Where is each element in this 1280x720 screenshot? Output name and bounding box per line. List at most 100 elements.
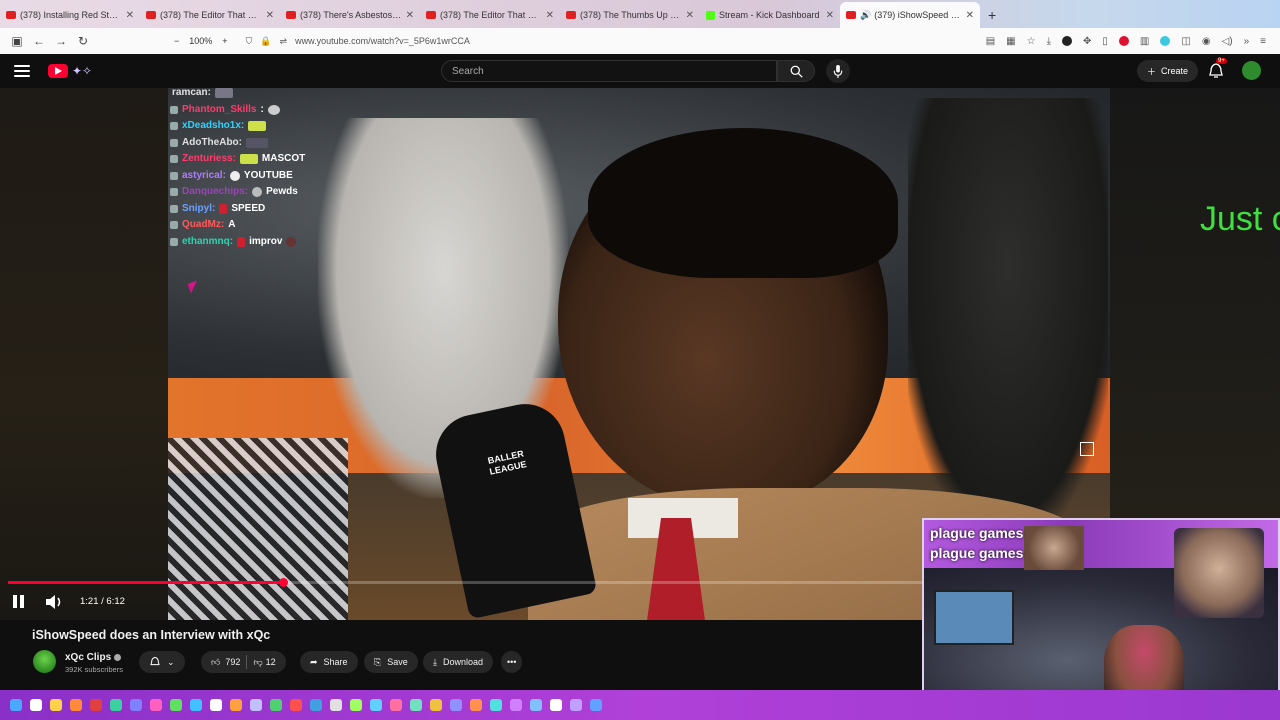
save-button[interactable]: ⎘ Save xyxy=(364,651,418,673)
channel-avatar[interactable] xyxy=(33,650,56,673)
taskbar-app-icon[interactable] xyxy=(210,699,222,711)
taskbar-app-icon[interactable] xyxy=(110,699,122,711)
taskbar-app-icon[interactable] xyxy=(310,699,322,711)
taskbar-app-icon[interactable] xyxy=(410,699,422,711)
taskbar-app-icon[interactable] xyxy=(590,699,602,711)
subscriber-count: 392K subscribers xyxy=(65,665,123,674)
bookmark-icon[interactable]: ▯ xyxy=(1102,36,1108,47)
account-avatar[interactable] xyxy=(1242,61,1261,80)
taskbar-app-icon[interactable] xyxy=(550,699,562,711)
extension-icon[interactable] xyxy=(1062,36,1073,46)
bookmark-icon: ⎘ xyxy=(374,656,382,667)
browser-tab-active[interactable]: 🔊(379) iShowSpeed does an✕ xyxy=(840,2,980,28)
download-button[interactable]: ⤓ Download xyxy=(423,651,494,673)
more-icon[interactable]: » xyxy=(1244,36,1250,47)
taskbar-app-icon[interactable] xyxy=(450,699,462,711)
forward-icon[interactable]: → xyxy=(50,34,72,48)
close-icon[interactable]: ✕ xyxy=(266,10,274,21)
taskbar-app-icon[interactable] xyxy=(570,699,582,711)
youtube-ext-icon[interactable] xyxy=(1118,36,1129,46)
close-icon[interactable]: ✕ xyxy=(686,10,694,21)
browser-tab[interactable]: (378) The Editor That Made Ac✕ xyxy=(420,2,560,28)
taskbar-app-icon[interactable] xyxy=(250,699,262,711)
pause-button[interactable] xyxy=(13,595,27,609)
reload-icon[interactable]: ↻ xyxy=(72,34,94,48)
taskbar-app-icon[interactable] xyxy=(370,699,382,711)
speaker-icon[interactable]: 🔊 xyxy=(860,10,871,21)
browser-tab[interactable]: (378) Installing Red Star OS on✕ xyxy=(0,2,140,28)
back-icon[interactable]: ← xyxy=(28,34,50,48)
start-icon[interactable] xyxy=(10,699,22,711)
fullscreen-icon[interactable] xyxy=(1080,442,1094,456)
menu-icon[interactable]: ≡ xyxy=(1260,36,1266,47)
site-settings-icon[interactable]: ⇌ xyxy=(280,36,288,47)
taskbar-app-icon[interactable] xyxy=(390,699,402,711)
webcam-monitor xyxy=(934,590,1014,645)
zoom-in-button[interactable]: + xyxy=(222,36,227,46)
taskbar-app-icon[interactable] xyxy=(230,699,242,711)
youtube-logo[interactable] xyxy=(48,64,68,78)
zoom-out-button[interactable]: − xyxy=(174,36,179,46)
dislike-button[interactable]: 👎︎ 12 xyxy=(253,657,275,668)
chat-overlay: ramcan: Phantom_Skills: xDeadsho1x: AdoT… xyxy=(170,85,305,250)
volume-icon[interactable] xyxy=(44,594,64,610)
new-tab-button[interactable]: + xyxy=(980,7,1004,28)
taskbar-app-icon[interactable] xyxy=(470,699,482,711)
search-input[interactable]: Search xyxy=(441,60,777,82)
close-icon[interactable]: ✕ xyxy=(406,10,414,21)
taskbar-app-icon[interactable] xyxy=(330,699,342,711)
more-actions-button[interactable]: ••• xyxy=(501,651,523,673)
subscribed-bell-button[interactable]: ⌄ xyxy=(139,651,185,673)
extension-icon[interactable] xyxy=(1160,36,1171,46)
close-icon[interactable]: ✕ xyxy=(546,10,554,21)
pip-icon[interactable]: ▦ xyxy=(1006,36,1015,47)
taskbar-app-icon[interactable] xyxy=(150,699,162,711)
doodle-icon[interactable]: ✦✧ xyxy=(72,64,92,78)
address-bar[interactable]: ⛉ 🔒 ⇌ www.youtube.com/watch?v=_5P6w1wrCC… xyxy=(246,36,986,47)
taskbar-app-icon[interactable] xyxy=(430,699,442,711)
create-button[interactable]: ＋ Create xyxy=(1137,60,1199,82)
voice-search-button[interactable] xyxy=(826,59,850,83)
share-button[interactable]: ➦ Share xyxy=(300,651,358,673)
taskbar-app-icon[interactable] xyxy=(510,699,522,711)
taskbar-app-icon[interactable] xyxy=(170,699,182,711)
taskbar-app-icon[interactable] xyxy=(190,699,202,711)
taskbar-app-icon[interactable] xyxy=(130,699,142,711)
emote-icon xyxy=(229,170,240,181)
browser-tab[interactable]: (378) There's Asbestos in the T✕ xyxy=(280,2,420,28)
close-icon[interactable]: ✕ xyxy=(826,10,834,21)
reader-icon[interactable]: ▤ xyxy=(986,36,995,47)
shield-icon[interactable]: ⛉ xyxy=(246,36,253,47)
close-icon[interactable]: ✕ xyxy=(966,10,974,21)
badge-icon xyxy=(170,204,178,213)
taskbar-app-icon[interactable] xyxy=(90,699,102,711)
taskbar-app-icon[interactable] xyxy=(290,699,302,711)
taskbar-app-icon[interactable] xyxy=(490,699,502,711)
taskbar-app-icon[interactable] xyxy=(70,699,82,711)
browser-tab[interactable]: Stream - Kick Dashboard ✕ xyxy=(700,2,840,28)
like-button[interactable]: 👍︎ 792 xyxy=(211,657,240,668)
channel-name[interactable]: xQc Clips xyxy=(65,652,122,663)
guide-menu-icon[interactable] xyxy=(14,65,30,77)
url-text[interactable]: www.youtube.com/watch?v=_5P6w1wrCCA xyxy=(295,36,470,46)
volume-icon[interactable]: ◁) xyxy=(1222,36,1233,47)
search-icon[interactable] xyxy=(30,699,42,711)
taskbar-app-icon[interactable] xyxy=(350,699,362,711)
browser-tab[interactable]: (378) The Thumbs Up Kid Mem✕ xyxy=(560,2,700,28)
taskbar-app-icon[interactable] xyxy=(270,699,282,711)
browser-tab[interactable]: (378) The Editor That Made Asn✕ xyxy=(140,2,280,28)
star-icon[interactable]: ☆ xyxy=(1027,36,1036,47)
background-person xyxy=(908,98,1108,518)
taskbar-app-icon[interactable] xyxy=(50,699,62,711)
screenshot-icon[interactable]: ◫ xyxy=(1181,36,1190,47)
search-button[interactable] xyxy=(777,60,815,82)
download-icon[interactable]: ⤓ xyxy=(1047,36,1051,47)
notifications-icon[interactable] xyxy=(1207,62,1225,80)
lock-icon[interactable]: 🔒 xyxy=(260,36,271,47)
sidebar-icon[interactable]: ▥ xyxy=(1140,36,1149,47)
taskbar-app-icon[interactable] xyxy=(530,699,542,711)
camera-icon[interactable]: ◉ xyxy=(1202,36,1211,47)
puzzle-icon[interactable]: ✥ xyxy=(1083,36,1091,47)
sidebar-toggle-icon[interactable]: ▣ xyxy=(6,34,28,48)
close-icon[interactable]: ✕ xyxy=(126,10,134,21)
